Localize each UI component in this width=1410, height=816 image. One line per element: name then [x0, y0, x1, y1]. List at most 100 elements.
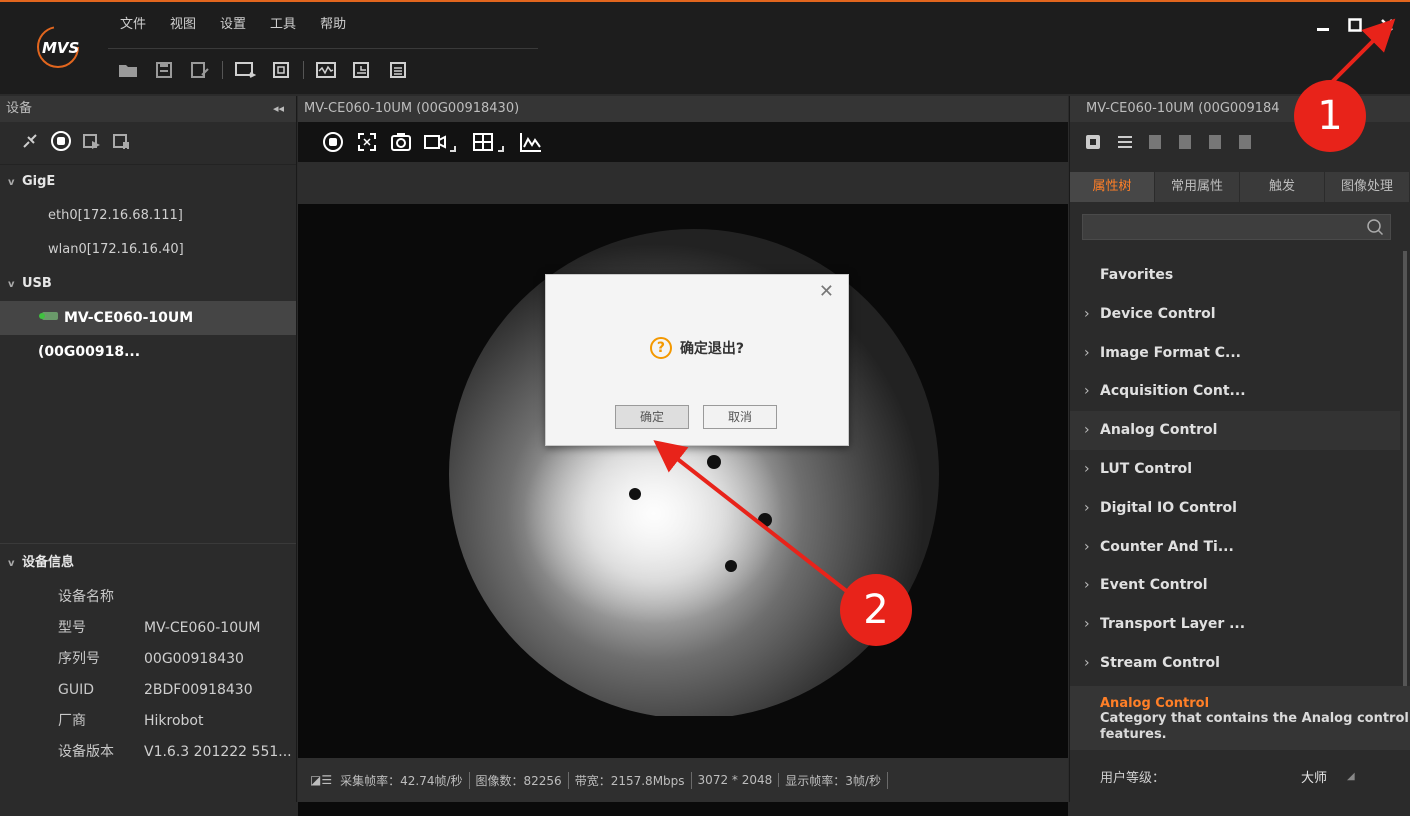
property-search-input[interactable]: [1082, 214, 1391, 240]
info-row-serial: 序列号 00G00918430: [0, 644, 296, 675]
import-params-icon[interactable]: [1146, 133, 1164, 155]
device-info-header[interactable]: v 设备信息: [0, 544, 296, 582]
export-params-icon[interactable]: [1176, 133, 1194, 155]
info-key: 设备版本: [58, 744, 114, 760]
close-icon[interactable]: [1378, 16, 1396, 34]
collapse-panel-icon[interactable]: ◂◂: [273, 96, 284, 122]
disconnect-icon[interactable]: [20, 131, 40, 155]
chevron-down-icon: v: [8, 177, 15, 188]
save-params-icon[interactable]: [1236, 133, 1254, 155]
property-label: Analog Control: [1100, 422, 1218, 439]
tree-group-gige[interactable]: v GigE: [0, 165, 296, 199]
info-key: 厂商: [58, 713, 86, 729]
status-image-count: 图像数：82256: [470, 771, 569, 789]
menu-view[interactable]: 视图: [158, 12, 208, 38]
status-bandwidth: 带宽：2157.8Mbps: [569, 771, 692, 789]
grid-icon[interactable]: [468, 127, 498, 157]
histogram-icon[interactable]: [516, 127, 546, 157]
property-label: Stream Control: [1100, 654, 1220, 671]
property-label: Digital IO Control: [1100, 499, 1237, 516]
image-view-tab[interactable]: MV-CE060-10UM (00G00918430): [298, 96, 1068, 122]
fit-window-icon[interactable]: [263, 54, 299, 86]
info-key: GUID: [58, 682, 95, 698]
info-row-vendor: 厂商 Hikrobot: [0, 706, 296, 737]
menu-tools[interactable]: 工具: [258, 12, 308, 38]
info-value: MV-CE060-10UM: [144, 620, 261, 636]
info-row-guid: GUID 2BDF00918430: [0, 675, 296, 706]
dropdown-corner-icon[interactable]: [498, 146, 504, 152]
user-level-value[interactable]: 大师: [1301, 767, 1327, 786]
property-item[interactable]: › Counter And Ti...: [1070, 528, 1400, 567]
device-toolbar: [0, 122, 296, 165]
camera-params-icon[interactable]: [1084, 133, 1102, 155]
menu-file[interactable]: 文件: [108, 12, 158, 38]
property-label: LUT Control: [1100, 460, 1193, 477]
property-panel-title: MV-CE060-10UM (00G009184: [1086, 101, 1280, 116]
window-layout-icon[interactable]: [227, 54, 263, 86]
property-item[interactable]: › Event Control: [1070, 566, 1400, 605]
log-list-icon[interactable]: [380, 54, 416, 86]
property-list-icon[interactable]: [1114, 133, 1134, 155]
image-tool-icon[interactable]: [344, 54, 380, 86]
info-value: 2BDF00918430: [144, 682, 253, 698]
chevron-right-icon: ›: [1084, 499, 1090, 516]
tab-trigger[interactable]: 触发: [1240, 172, 1325, 202]
snapshot-camera-icon[interactable]: [386, 127, 416, 157]
tab-common-properties[interactable]: 常用属性: [1155, 172, 1240, 202]
property-item[interactable]: › Stream Control: [1070, 644, 1400, 683]
device-pause-icon[interactable]: [112, 131, 132, 155]
save-icon[interactable]: [146, 54, 182, 86]
question-icon: ?: [649, 337, 672, 359]
stop-acquisition-icon[interactable]: [318, 127, 348, 157]
copy-params-icon[interactable]: [1206, 133, 1224, 155]
tree-item-wlan0[interactable]: wlan0[172.16.16.40]: [0, 233, 296, 267]
stop-grab-icon[interactable]: [50, 130, 72, 156]
menu-divider: [108, 48, 538, 49]
property-item[interactable]: › Device Control: [1070, 295, 1400, 334]
property-item[interactable]: › Image Format C...: [1070, 334, 1400, 373]
waveform-icon[interactable]: [308, 54, 344, 86]
tree-group-usb[interactable]: v USB: [0, 267, 296, 301]
dropdown-corner-icon[interactable]: [450, 146, 456, 152]
info-value: Hikrobot: [144, 713, 204, 729]
device-panel-header: 设备 ◂◂: [0, 96, 296, 122]
menu-help[interactable]: 帮助: [308, 12, 358, 38]
dialog-close-icon[interactable]: ✕: [819, 281, 834, 302]
device-start-icon[interactable]: [82, 131, 102, 155]
property-item[interactable]: › LUT Control: [1070, 450, 1400, 489]
property-tree: Favorites › Device Control › Image Format …: [1070, 256, 1400, 683]
tree-item-eth0[interactable]: eth0[172.16.68.111]: [0, 199, 296, 233]
cancel-button[interactable]: 取消: [703, 405, 777, 429]
save-as-icon[interactable]: [182, 54, 218, 86]
property-item[interactable]: › Transport Layer ...: [1070, 605, 1400, 644]
toolbar-separator: [303, 61, 304, 79]
record-video-icon[interactable]: [420, 127, 450, 157]
tab-image-processing[interactable]: 图像处理: [1325, 172, 1410, 202]
info-value: 00G00918430: [144, 651, 244, 667]
status-list-icon[interactable]: ◪☰: [304, 773, 334, 787]
tab-property-tree[interactable]: 属性树: [1070, 172, 1155, 202]
image-view-title: MV-CE060-10UM (00G00918430): [304, 101, 520, 116]
property-favorites[interactable]: Favorites: [1070, 256, 1400, 295]
info-key: 型号: [58, 620, 86, 636]
tree-item-usb-camera[interactable]: MV-CE060-10UM (00G00918...: [0, 301, 296, 360]
property-item-selected[interactable]: › Analog Control: [1070, 411, 1400, 450]
chevron-right-icon: ›: [1084, 422, 1090, 439]
menu-settings[interactable]: 设置: [208, 12, 258, 38]
minimize-icon[interactable]: [1314, 16, 1332, 34]
chevron-right-icon: ›: [1084, 538, 1090, 555]
property-item[interactable]: › Acquisition Cont...: [1070, 372, 1400, 411]
property-item[interactable]: › Digital IO Control: [1070, 489, 1400, 528]
property-label: Event Control: [1100, 577, 1208, 594]
confirm-button[interactable]: 确定: [615, 405, 689, 429]
chevron-right-icon: ›: [1084, 305, 1090, 322]
main-toolbar: [110, 54, 416, 86]
resize-grip-icon[interactable]: ◢: [1347, 771, 1355, 782]
property-label: Transport Layer ...: [1100, 616, 1246, 633]
fullscreen-icon[interactable]: [352, 127, 382, 157]
property-scrollbar[interactable]: [1403, 251, 1407, 691]
info-row-version: 设备版本 V1.6.3 201222 551...: [0, 737, 296, 768]
search-icon[interactable]: [1366, 218, 1384, 240]
open-folder-icon[interactable]: [110, 54, 146, 86]
maximize-icon[interactable]: [1346, 16, 1364, 34]
